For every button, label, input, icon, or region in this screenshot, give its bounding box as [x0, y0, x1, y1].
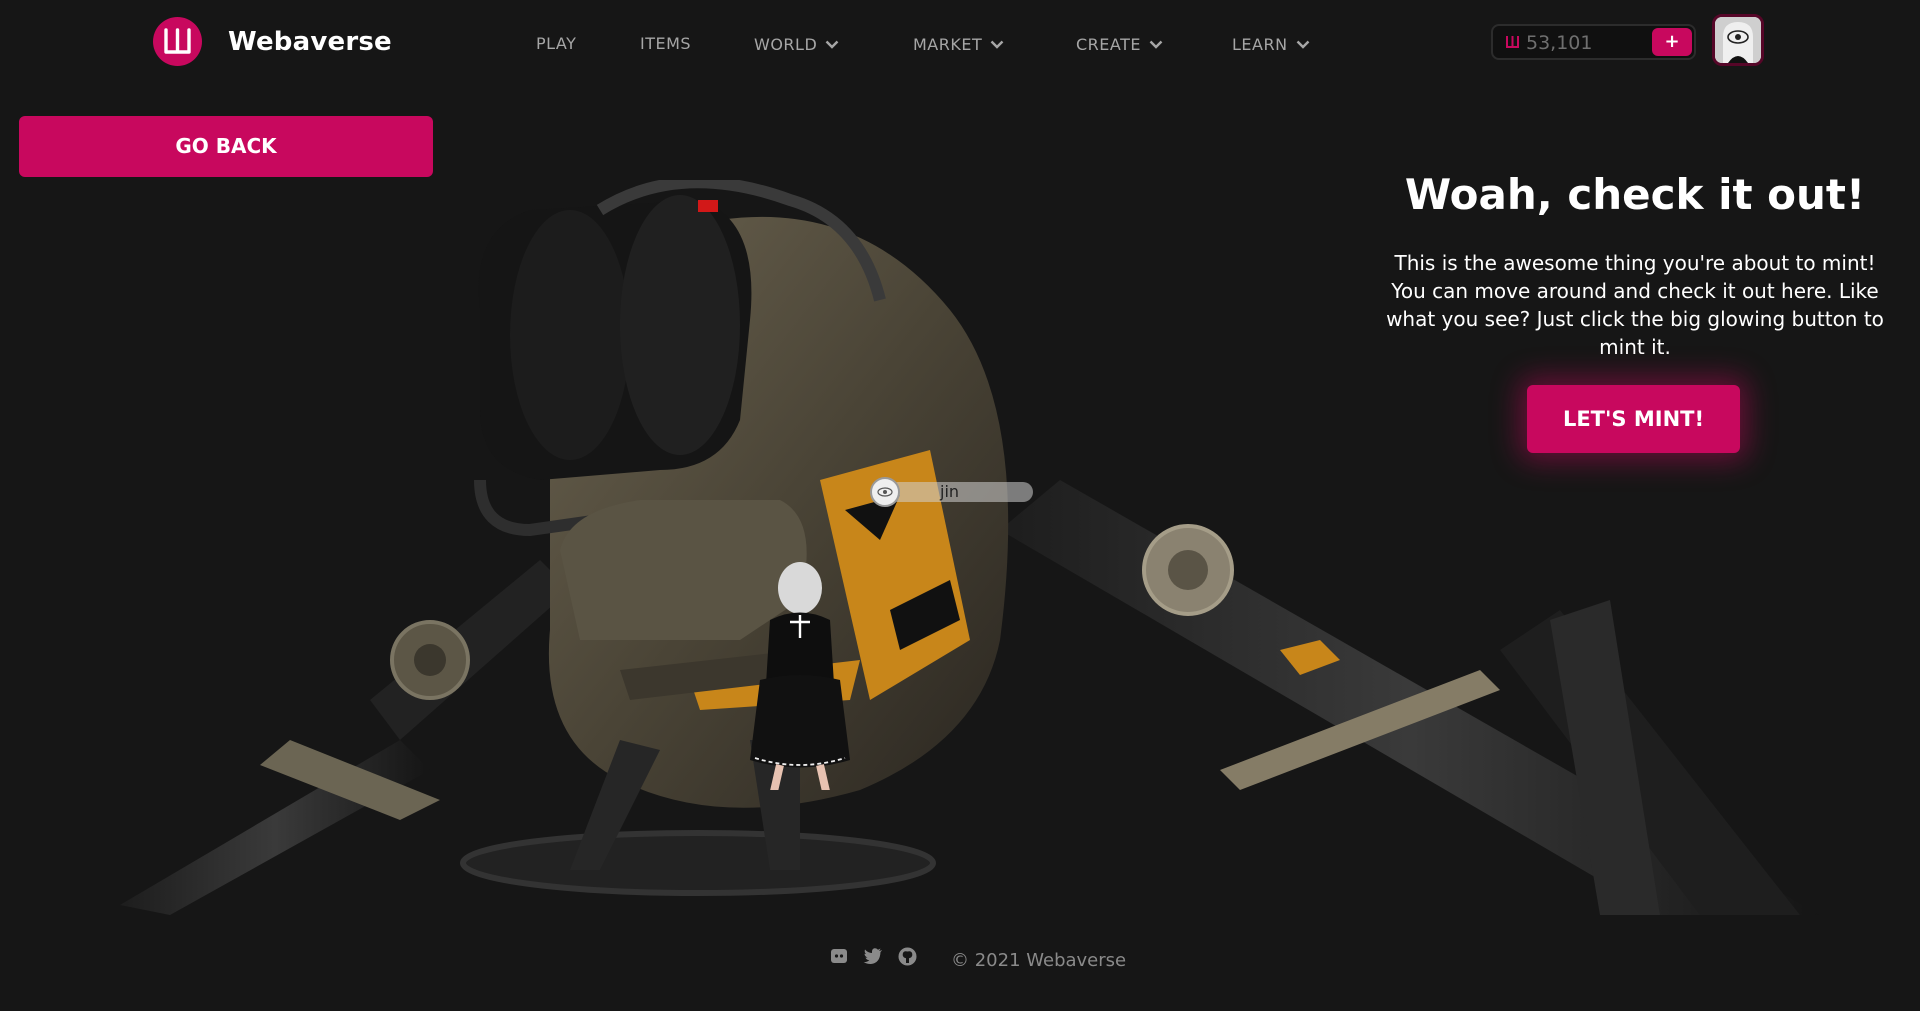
preview-description: This is the awesome thing you're about t…	[1386, 251, 1884, 359]
nav-label: LEARN	[1232, 35, 1288, 54]
player-name: jin	[940, 482, 960, 501]
chevron-down-icon	[1296, 34, 1310, 53]
go-back-button[interactable]: GO BACK	[19, 116, 433, 177]
player-avatar-model	[750, 562, 850, 790]
chevron-down-icon	[825, 34, 839, 53]
nav-label: CREATE	[1076, 35, 1141, 54]
nav-create[interactable]: CREATE	[1076, 34, 1163, 54]
nav-label: ITEMS	[640, 34, 692, 53]
nav-world[interactable]: WORLD	[754, 34, 839, 54]
nametag-bar	[888, 482, 1033, 502]
user-avatar[interactable]	[1712, 14, 1764, 66]
nav-label: MARKET	[913, 35, 983, 54]
discord-icon[interactable]	[830, 947, 848, 969]
webaverse-logo[interactable]	[153, 17, 202, 66]
avatar-face-icon	[1715, 17, 1761, 63]
player-avatar-icon	[870, 477, 900, 507]
preview-title: Woah, check it out!	[1404, 170, 1866, 219]
nav-label: PLAY	[536, 34, 577, 53]
github-icon[interactable]	[898, 947, 917, 970]
logo-glyph-icon	[164, 28, 191, 54]
mint-button[interactable]: LET'S MINT!	[1527, 385, 1740, 453]
chevron-down-icon	[990, 34, 1004, 53]
balance-display: 53,101 +	[1491, 24, 1696, 60]
preview-info-panel: Woah, check it out! This is the awesome …	[1385, 170, 1885, 361]
nav-market[interactable]: MARKET	[913, 34, 1004, 54]
top-header: Webaverse PLAY ITEMS WORLD MARKET CREATE…	[0, 0, 1920, 86]
nav-items[interactable]: ITEMS	[640, 34, 691, 53]
copyright-text: © 2021 Webaverse	[951, 950, 1127, 971]
chevron-down-icon	[1149, 34, 1163, 53]
nav-learn[interactable]: LEARN	[1232, 34, 1310, 54]
webaverse-currency-icon	[1505, 34, 1520, 53]
nav-play[interactable]: PLAY	[536, 34, 576, 53]
nav-label: WORLD	[754, 35, 818, 54]
add-funds-button[interactable]: +	[1652, 28, 1692, 56]
balance-amount: 53,101	[1526, 32, 1593, 54]
twitter-icon[interactable]	[863, 947, 883, 969]
brand-name[interactable]: Webaverse	[228, 27, 392, 57]
player-nametag: jin	[870, 477, 1033, 507]
